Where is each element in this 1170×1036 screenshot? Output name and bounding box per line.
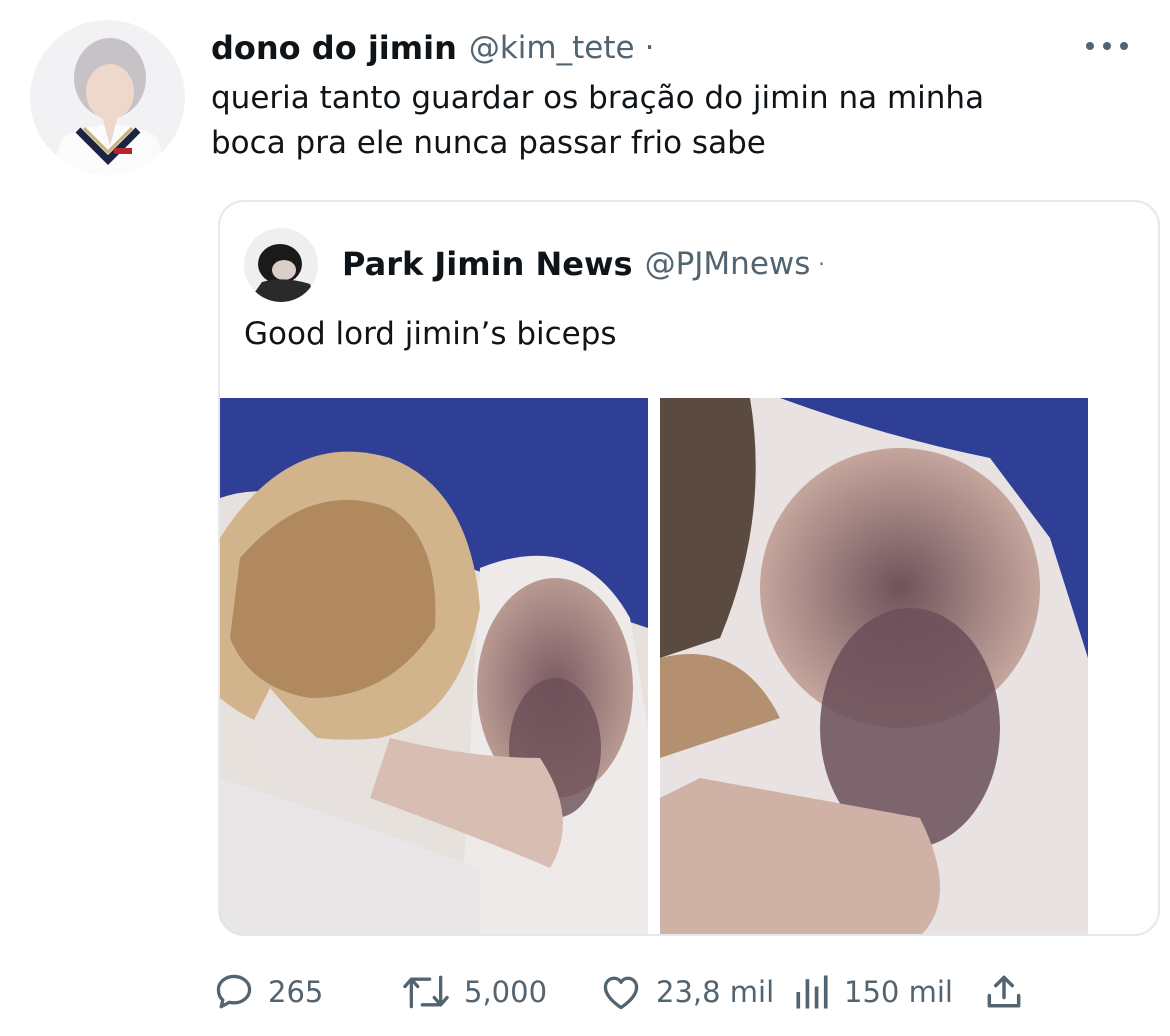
- author-avatar[interactable]: [30, 20, 185, 175]
- more-horizontal-icon: [1086, 42, 1094, 50]
- quoted-tweet[interactable]: Park Jimin News @PJMnews · Good lord jim…: [218, 200, 1160, 936]
- analytics-icon: [796, 975, 828, 1009]
- more-horizontal-icon-dot: [1103, 42, 1111, 50]
- retweet-icon: [403, 975, 449, 1009]
- share-button[interactable]: [982, 966, 1026, 1018]
- media-photo-2[interactable]: [660, 398, 1088, 934]
- more-options-button[interactable]: [1086, 36, 1128, 56]
- reply-count: 265: [268, 975, 324, 1009]
- more-horizontal-icon-dot: [1120, 42, 1128, 50]
- author-avatar-image: [30, 20, 185, 175]
- header-separator: ·: [644, 30, 655, 66]
- quoted-media: [220, 398, 1158, 934]
- author-handle[interactable]: @kim_tete: [469, 30, 635, 66]
- retweet-button[interactable]: 5,000: [400, 966, 547, 1018]
- views-count: 150 mil: [844, 975, 953, 1009]
- tweet-text: queria tanto guardar os bração do jimin …: [211, 80, 985, 161]
- tweet-actions-bar: 265 5,000 23,8 mil 150 mil: [212, 966, 1152, 1018]
- share-icon: [987, 975, 1021, 1008]
- quoted-handle[interactable]: @PJMnews: [645, 246, 811, 282]
- like-button[interactable]: 23,8 mil: [598, 966, 774, 1018]
- quoted-tweet-text: Good lord jimin’s biceps: [244, 316, 617, 352]
- quoted-display-name[interactable]: Park Jimin News: [342, 245, 633, 283]
- quoted-tweet-header: Park Jimin News @PJMnews ·: [342, 240, 825, 288]
- tweet-header: dono do jimin @kim_tete ·: [211, 24, 654, 72]
- quoted-header-separator: ·: [818, 252, 825, 276]
- photo-2-art: [660, 398, 1088, 934]
- heart-icon: [603, 976, 639, 1010]
- views-button[interactable]: 150 mil: [792, 966, 953, 1018]
- quoted-author-avatar[interactable]: [244, 228, 318, 302]
- photo-1-art: [220, 398, 648, 934]
- reply-icon: [216, 974, 252, 1009]
- retweet-count: 5,000: [464, 975, 548, 1009]
- quoted-avatar-image: [244, 228, 318, 302]
- like-count: 23,8 mil: [656, 975, 775, 1009]
- media-photo-1[interactable]: [220, 398, 648, 934]
- reply-button[interactable]: 265: [212, 966, 323, 1018]
- author-display-name[interactable]: dono do jimin: [211, 29, 457, 67]
